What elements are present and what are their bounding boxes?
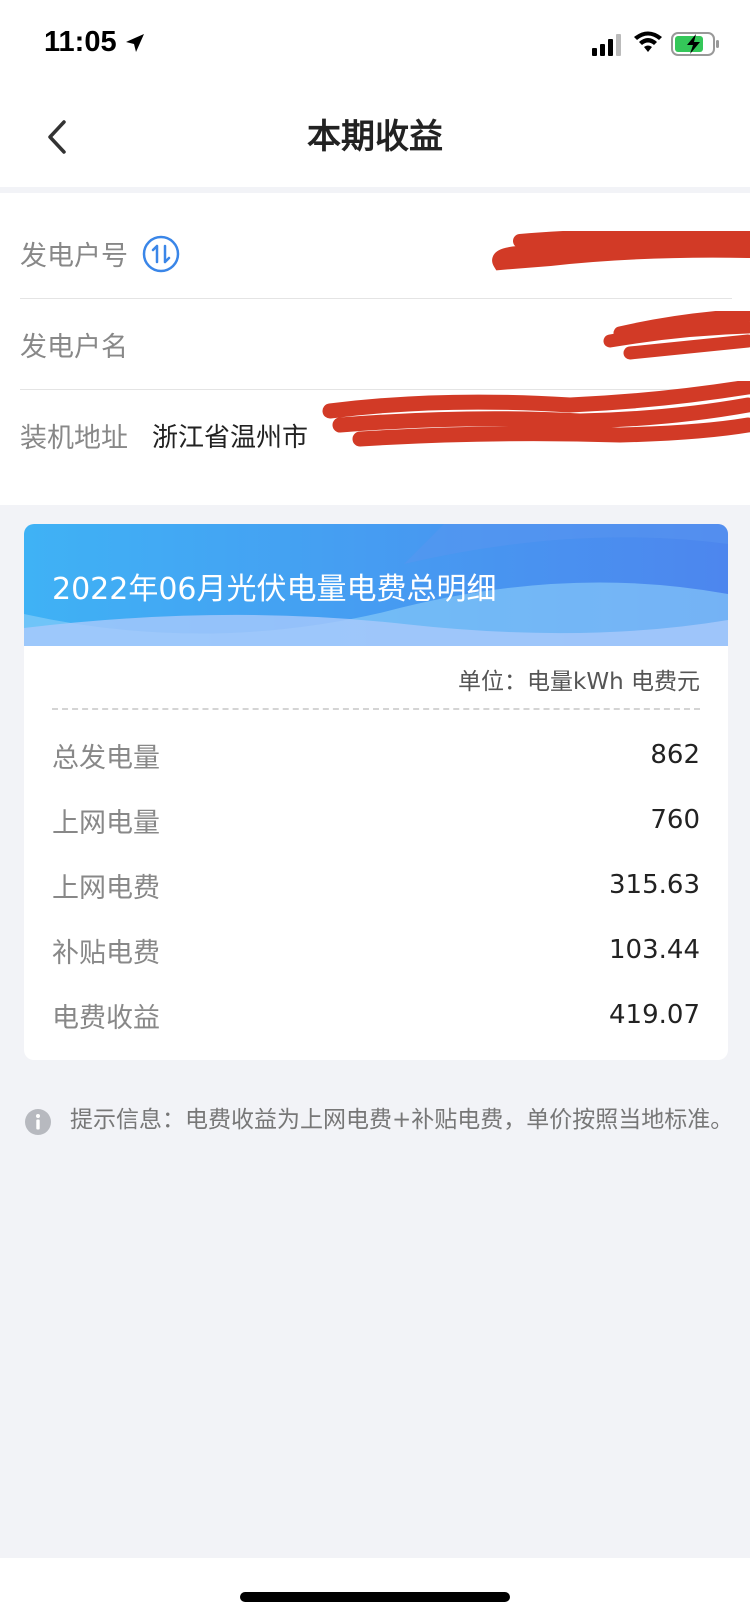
- home-bar: [0, 1558, 750, 1624]
- account-name-label: 发电户名: [20, 332, 128, 363]
- data-value: 760: [650, 805, 700, 835]
- data-label: 补贴电费: [52, 937, 160, 969]
- redaction-scribble: [322, 381, 750, 447]
- home-indicator[interactable]: [240, 1592, 510, 1602]
- data-label: 电费收益: [52, 1002, 160, 1034]
- data-row-subsidy-fee: 补贴电费 103.44: [52, 925, 700, 975]
- install-address-value: 浙江省温州市: [152, 422, 309, 453]
- card-title: 2022年06月光伏电量电费总明细: [52, 572, 497, 607]
- info-circle-icon: [25, 1109, 51, 1135]
- account-number-label: 发电户号: [20, 241, 128, 272]
- data-row-total-generation: 总发电量 862: [52, 730, 700, 780]
- data-row-grid-fee: 上网电费 315.63: [52, 860, 700, 910]
- data-value: 103.44: [609, 935, 700, 965]
- install-address-label: 装机地址: [20, 422, 128, 454]
- tip-text: 提示信息：电费收益为上网电费+补贴电费，单价按照当地标准。: [70, 1107, 734, 1133]
- data-row-fee-income: 电费收益 419.07: [52, 990, 700, 1040]
- unit-label: 单位：电量kWh 电费元: [458, 669, 700, 695]
- status-bar: 11:05: [0, 0, 750, 92]
- data-label: 上网电费: [52, 872, 160, 904]
- data-value: 419.07: [609, 1000, 700, 1030]
- redaction-scribble: [603, 311, 750, 360]
- cellular-signal-icon: [592, 34, 621, 56]
- data-value: 315.63: [609, 870, 700, 900]
- battery-charging-icon: [671, 32, 719, 56]
- swap-arrows-icon[interactable]: [142, 235, 180, 273]
- status-time: 11:05: [44, 26, 117, 58]
- data-value: 862: [650, 740, 700, 770]
- data-label: 总发电量: [52, 742, 160, 774]
- location-arrow-icon: [126, 34, 144, 52]
- detail-card: 2022年06月光伏电量电费总明细 单位：电量kWh 电费元 总发电量 862 …: [24, 524, 728, 1060]
- dashed-divider: [52, 708, 700, 710]
- redaction-scribble: [492, 231, 750, 271]
- data-row-grid-energy: 上网电量 760: [52, 795, 700, 845]
- page-title: 本期收益: [307, 117, 443, 157]
- data-label: 上网电量: [52, 807, 160, 839]
- wifi-icon: [634, 31, 662, 52]
- nav-bar: 本期收益: [0, 92, 750, 187]
- account-info-section: 发电户号 发电户名 装机地址 浙江省温州市: [0, 193, 750, 505]
